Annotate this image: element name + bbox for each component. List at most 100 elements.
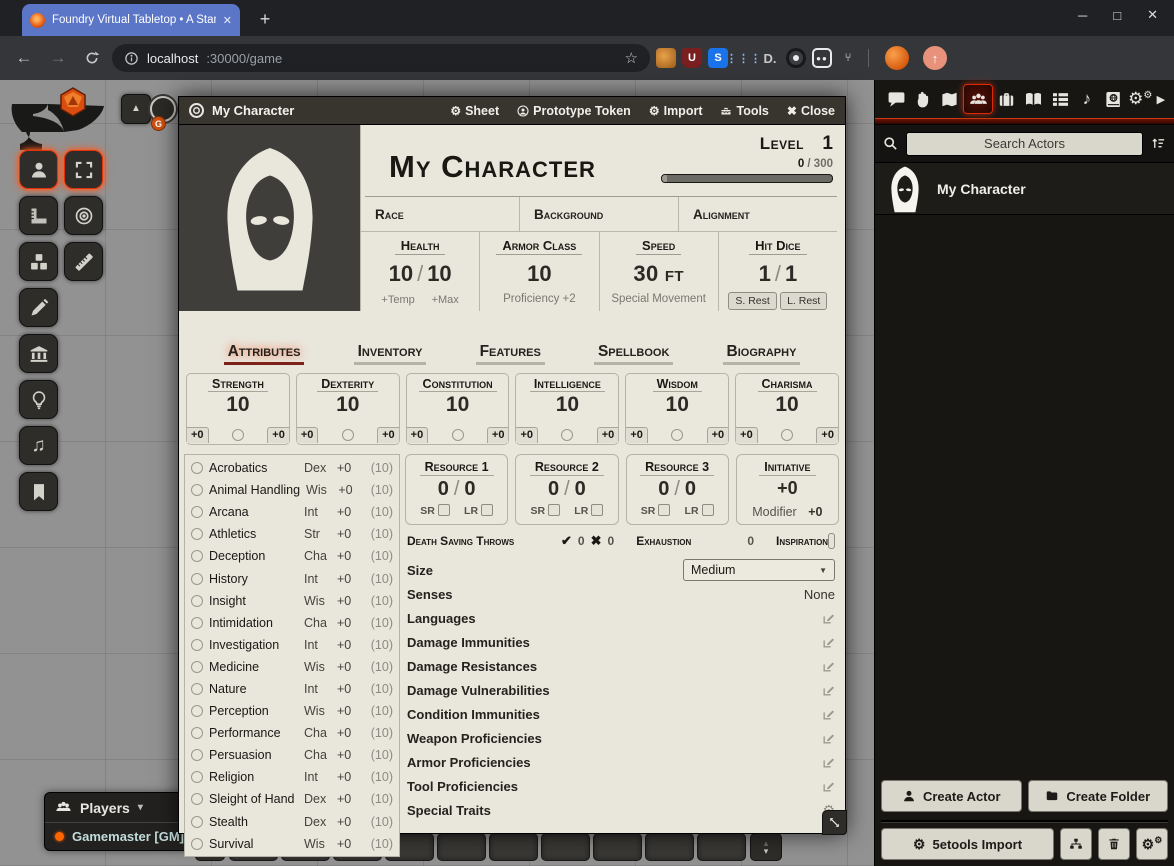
skill-proficiency-radio[interactable] [191, 793, 203, 805]
skill-proficiency-radio[interactable] [191, 462, 203, 474]
skill-name[interactable]: Intimidation [209, 616, 298, 630]
resource-label[interactable]: Resource 3 [640, 460, 714, 476]
skill-row[interactable]: Acrobatics Dex +0 (10) [191, 457, 393, 479]
close-window-button[interactable]: ✖ Close [787, 104, 835, 118]
address-bar[interactable]: localhost:30000/game ☆ [112, 44, 650, 72]
skill-name[interactable]: History [209, 572, 298, 586]
death-failure-icon[interactable]: ✖ [591, 533, 602, 549]
ability-save[interactable]: +0 [707, 427, 729, 443]
skill-row[interactable]: Athletics Str +0 (10) [191, 523, 393, 545]
character-sheet-window[interactable]: My Character ⚙ Sheet Prototype Token ⚙ I… [178, 96, 846, 834]
ublock-extension-icon[interactable]: U [682, 48, 702, 68]
ability-name[interactable]: Dexterity [317, 376, 378, 392]
d-extension-icon[interactable]: D. [760, 48, 780, 68]
tab-compendium[interactable] [1101, 86, 1127, 112]
settings-gears-button[interactable]: ⚙⚙ [1136, 828, 1168, 860]
5etools-import-button[interactable]: ⚙ 5etools Import [881, 828, 1054, 860]
skill-proficiency-radio[interactable] [191, 528, 203, 540]
resource-label[interactable]: Resource 2 [530, 460, 604, 476]
size-select[interactable]: Medium ▼ [683, 559, 835, 581]
xp-current[interactable]: 0 [798, 158, 804, 170]
resource-max[interactable]: 0 [685, 478, 696, 500]
bookmark-star-icon[interactable]: ☆ [625, 49, 638, 67]
ability-name[interactable]: Strength [208, 376, 268, 392]
ability-modifier[interactable]: +0 [297, 427, 319, 443]
skill-name[interactable]: Persuasion [209, 748, 298, 762]
background-field[interactable]: Background [520, 197, 679, 231]
cookie-extension-icon[interactable] [656, 48, 676, 68]
sheet-title-bar[interactable]: My Character ⚙ Sheet Prototype Token ⚙ I… [179, 97, 845, 125]
hd-current[interactable]: 1 [759, 261, 771, 286]
ability-modifier[interactable]: +0 [736, 427, 758, 443]
skill-proficiency-radio[interactable] [191, 838, 203, 850]
skill-name[interactable]: Arcana [209, 505, 298, 519]
select-tokens-tool-button[interactable] [64, 150, 103, 189]
sheet-tab[interactable]: Attributes [224, 343, 305, 365]
new-tab-button[interactable]: + [252, 7, 278, 33]
ability-modifier[interactable]: +0 [626, 427, 648, 443]
skill-name[interactable]: Sleight of Hand [209, 792, 298, 806]
hd-max[interactable]: 1 [785, 261, 797, 286]
skill-proficiency-radio[interactable] [191, 506, 203, 518]
tab-scenes[interactable] [936, 86, 962, 112]
death-success-count[interactable]: 0 [578, 534, 585, 548]
create-actor-button[interactable]: Create Actor [881, 780, 1022, 812]
lighting-controls-button[interactable] [19, 380, 58, 419]
ability-name[interactable]: Wisdom [653, 376, 702, 392]
death-success-icon[interactable]: ✔ [561, 533, 572, 549]
sheet-tab[interactable]: Biography [723, 343, 801, 365]
ability-name[interactable]: Charisma [758, 376, 817, 392]
window-minimize-button[interactable]: ─ [1078, 8, 1087, 23]
ability-save[interactable]: +0 [377, 427, 399, 443]
skill-name[interactable]: Nature [209, 682, 298, 696]
short-rest-button[interactable]: S. Rest [728, 292, 776, 310]
hotbar-page-control[interactable]: ▴ ▾ [750, 833, 782, 861]
window-maximize-button[interactable]: □ [1113, 8, 1121, 23]
ability-save[interactable]: +0 [597, 427, 619, 443]
window-resize-handle[interactable] [822, 810, 847, 835]
skill-proficiency-radio[interactable] [191, 661, 203, 673]
skill-row[interactable]: Medicine Wis +0 (10) [191, 656, 393, 678]
edit-icon[interactable] [822, 708, 835, 721]
resource-max[interactable]: 0 [464, 478, 475, 500]
sound-controls-button[interactable]: ♫ [19, 426, 58, 465]
measure-controls-button[interactable] [19, 196, 58, 235]
skill-proficiency-radio[interactable] [191, 705, 203, 717]
hotbar-slot[interactable] [489, 833, 538, 861]
tab-tables[interactable] [1047, 86, 1073, 112]
lr-checkbox[interactable] [591, 504, 603, 516]
health-block[interactable]: Health 10/10 +Temp +Max [361, 232, 480, 311]
folder-tree-button[interactable] [1060, 828, 1092, 860]
sheet-tab[interactable]: Inventory [354, 343, 427, 365]
foundry-logo[interactable] [6, 86, 112, 156]
ability-modifier[interactable]: +0 [516, 427, 538, 443]
skill-row[interactable]: Performance Cha +0 (10) [191, 722, 393, 744]
edit-icon[interactable] [822, 612, 835, 625]
skill-proficiency-radio[interactable] [191, 727, 203, 739]
skill-proficiency-radio[interactable] [191, 749, 203, 761]
sheet-tab[interactable]: Spellbook [594, 343, 673, 365]
hp-tempmax-label[interactable]: +Max [432, 294, 459, 306]
search-input[interactable]: Search Actors [906, 132, 1143, 156]
inspiration-checkbox[interactable] [828, 533, 835, 549]
initiative-block[interactable]: Initiative +0 Modifier +0 [736, 454, 839, 525]
skill-row[interactable]: Intimidation Cha +0 (10) [191, 612, 393, 634]
browser-update-button[interactable]: ↑ [923, 46, 947, 70]
sr-checkbox[interactable] [658, 504, 670, 516]
ability-name[interactable]: Intelligence [530, 376, 605, 392]
character-portrait[interactable] [179, 125, 361, 311]
alignment-field[interactable]: Alignment [679, 197, 837, 231]
skill-name[interactable]: Insight [209, 594, 298, 608]
collapse-controls-button[interactable]: ▲ [121, 94, 151, 124]
ability-block[interactable]: Charisma 10 +0 +0 [735, 373, 839, 445]
tab-actors[interactable] [963, 84, 993, 114]
tile-controls-button[interactable] [19, 242, 58, 281]
edit-icon[interactable] [822, 636, 835, 649]
hp-temp-label[interactable]: +Temp [381, 294, 414, 306]
skill-row[interactable]: Sleight of Hand Dex +0 (10) [191, 788, 393, 810]
skill-proficiency-radio[interactable] [191, 683, 203, 695]
edit-icon[interactable] [822, 660, 835, 673]
skill-row[interactable]: Investigation Int +0 (10) [191, 634, 393, 656]
hp-current[interactable]: 10 [389, 261, 413, 286]
sheet-tab[interactable]: Features [476, 343, 545, 365]
